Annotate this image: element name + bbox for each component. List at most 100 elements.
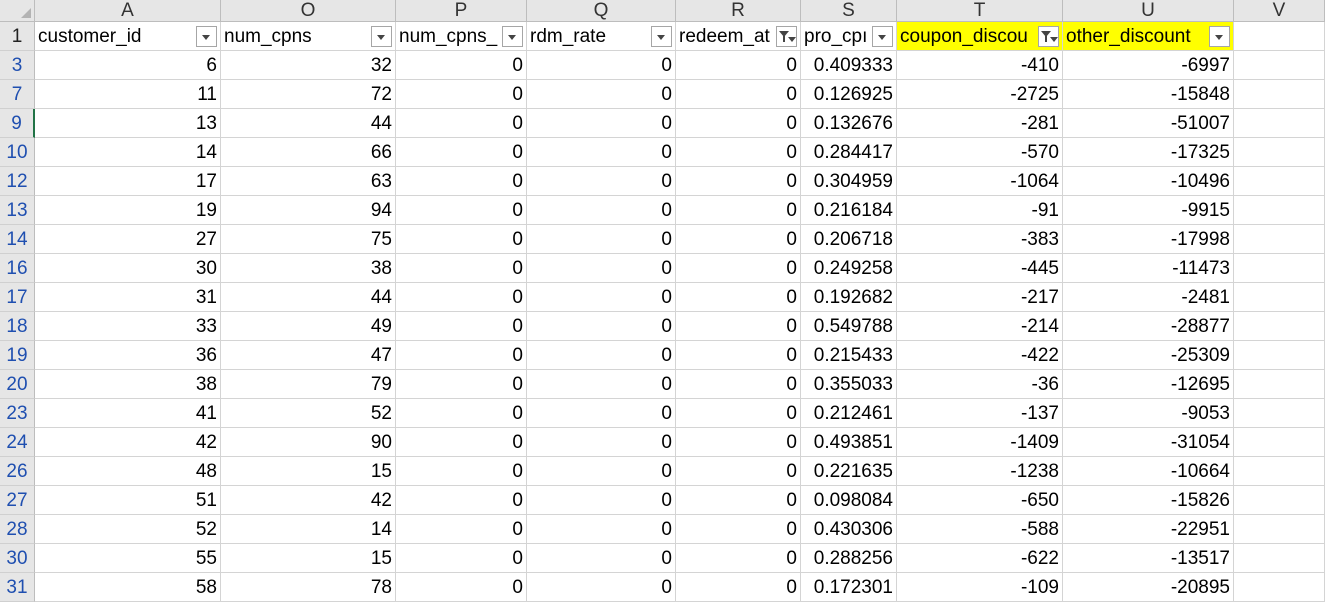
data-cell-a[interactable]: 55 — [35, 544, 221, 573]
data-cell-r[interactable]: 0 — [676, 544, 801, 573]
filter-dropdown-button[interactable] — [371, 26, 392, 47]
row-header-3[interactable]: 3 — [0, 51, 35, 80]
row-header-26[interactable]: 26 — [0, 457, 35, 486]
data-cell-u[interactable]: -9053 — [1063, 399, 1234, 428]
data-cell-t[interactable]: -650 — [897, 486, 1063, 515]
column-header-q[interactable]: Q — [527, 0, 676, 22]
data-cell-t[interactable]: -622 — [897, 544, 1063, 573]
data-cell-a[interactable]: 27 — [35, 225, 221, 254]
data-cell-s[interactable]: 0.192682 — [801, 283, 897, 312]
data-cell-t[interactable]: -410 — [897, 51, 1063, 80]
row-header-12[interactable]: 12 — [0, 167, 35, 196]
empty-cell[interactable] — [1234, 515, 1325, 544]
data-cell-s[interactable]: 0.221635 — [801, 457, 897, 486]
column-header-v[interactable]: V — [1234, 0, 1325, 22]
data-cell-p[interactable]: 0 — [396, 399, 527, 428]
data-cell-o[interactable]: 72 — [221, 80, 396, 109]
data-cell-a[interactable]: 13 — [35, 109, 221, 138]
data-cell-q[interactable]: 0 — [527, 544, 676, 573]
data-cell-a[interactable]: 30 — [35, 254, 221, 283]
empty-cell[interactable] — [1234, 51, 1325, 80]
data-cell-o[interactable]: 44 — [221, 283, 396, 312]
empty-cell[interactable] — [1234, 573, 1325, 602]
column-header-r[interactable]: R — [676, 0, 801, 22]
data-cell-s[interactable]: 0.172301 — [801, 573, 897, 602]
empty-cell[interactable] — [1234, 544, 1325, 573]
column-header-s[interactable]: S — [801, 0, 897, 22]
data-cell-a[interactable]: 42 — [35, 428, 221, 457]
data-cell-p[interactable]: 0 — [396, 312, 527, 341]
data-cell-a[interactable]: 41 — [35, 399, 221, 428]
data-cell-o[interactable]: 38 — [221, 254, 396, 283]
data-cell-r[interactable]: 0 — [676, 51, 801, 80]
data-cell-u[interactable]: -51007 — [1063, 109, 1234, 138]
data-cell-p[interactable]: 0 — [396, 486, 527, 515]
row-header-17[interactable]: 17 — [0, 283, 35, 312]
data-cell-o[interactable]: 47 — [221, 341, 396, 370]
data-cell-r[interactable]: 0 — [676, 283, 801, 312]
empty-cell[interactable] — [1234, 225, 1325, 254]
data-cell-u[interactable]: -15848 — [1063, 80, 1234, 109]
data-cell-q[interactable]: 0 — [527, 370, 676, 399]
data-cell-q[interactable]: 0 — [527, 109, 676, 138]
row-header-18[interactable]: 18 — [0, 312, 35, 341]
row-header-7[interactable]: 7 — [0, 80, 35, 109]
data-cell-a[interactable]: 52 — [35, 515, 221, 544]
data-cell-o[interactable]: 14 — [221, 515, 396, 544]
data-cell-q[interactable]: 0 — [527, 196, 676, 225]
row-header-14[interactable]: 14 — [0, 225, 35, 254]
data-cell-u[interactable]: -12695 — [1063, 370, 1234, 399]
data-cell-a[interactable]: 38 — [35, 370, 221, 399]
data-cell-q[interactable]: 0 — [527, 457, 676, 486]
data-cell-u[interactable]: -13517 — [1063, 544, 1234, 573]
data-cell-a[interactable]: 58 — [35, 573, 221, 602]
data-cell-q[interactable]: 0 — [527, 254, 676, 283]
row-header-9[interactable]: 9 — [0, 109, 35, 138]
data-cell-t[interactable]: -1064 — [897, 167, 1063, 196]
data-cell-r[interactable]: 0 — [676, 196, 801, 225]
empty-cell[interactable] — [1234, 167, 1325, 196]
data-cell-t[interactable]: -422 — [897, 341, 1063, 370]
data-cell-p[interactable]: 0 — [396, 254, 527, 283]
filter-dropdown-button[interactable] — [651, 26, 672, 47]
data-cell-s[interactable]: 0.430306 — [801, 515, 897, 544]
data-cell-s[interactable]: 0.288256 — [801, 544, 897, 573]
data-cell-u[interactable]: -17325 — [1063, 138, 1234, 167]
data-cell-q[interactable]: 0 — [527, 312, 676, 341]
data-cell-p[interactable]: 0 — [396, 138, 527, 167]
empty-cell[interactable] — [1234, 283, 1325, 312]
data-cell-q[interactable]: 0 — [527, 51, 676, 80]
empty-cell[interactable] — [1234, 254, 1325, 283]
data-cell-o[interactable]: 15 — [221, 457, 396, 486]
data-cell-q[interactable]: 0 — [527, 283, 676, 312]
data-cell-a[interactable]: 17 — [35, 167, 221, 196]
data-cell-o[interactable]: 75 — [221, 225, 396, 254]
data-cell-u[interactable]: -10664 — [1063, 457, 1234, 486]
data-cell-t[interactable]: -445 — [897, 254, 1063, 283]
data-cell-u[interactable]: -20895 — [1063, 573, 1234, 602]
data-cell-s[interactable]: 0.126925 — [801, 80, 897, 109]
data-cell-o[interactable]: 66 — [221, 138, 396, 167]
data-cell-p[interactable]: 0 — [396, 341, 527, 370]
data-cell-u[interactable]: -2481 — [1063, 283, 1234, 312]
row-header-24[interactable]: 24 — [0, 428, 35, 457]
filter-dropdown-button[interactable] — [502, 26, 523, 47]
data-cell-s[interactable]: 0.409333 — [801, 51, 897, 80]
empty-cell[interactable] — [1234, 109, 1325, 138]
data-cell-u[interactable]: -22951 — [1063, 515, 1234, 544]
column-header-u[interactable]: U — [1063, 0, 1234, 22]
data-cell-u[interactable]: -10496 — [1063, 167, 1234, 196]
select-all-corner[interactable] — [0, 0, 35, 22]
data-cell-u[interactable]: -17998 — [1063, 225, 1234, 254]
data-cell-a[interactable]: 19 — [35, 196, 221, 225]
data-cell-t[interactable]: -214 — [897, 312, 1063, 341]
data-cell-r[interactable]: 0 — [676, 399, 801, 428]
data-cell-a[interactable]: 11 — [35, 80, 221, 109]
row-header-31[interactable]: 31 — [0, 573, 35, 602]
empty-cell[interactable] — [1234, 196, 1325, 225]
filter-dropdown-button[interactable] — [872, 26, 893, 47]
data-cell-o[interactable]: 49 — [221, 312, 396, 341]
row-header-19[interactable]: 19 — [0, 341, 35, 370]
data-cell-t[interactable]: -36 — [897, 370, 1063, 399]
data-cell-o[interactable]: 15 — [221, 544, 396, 573]
